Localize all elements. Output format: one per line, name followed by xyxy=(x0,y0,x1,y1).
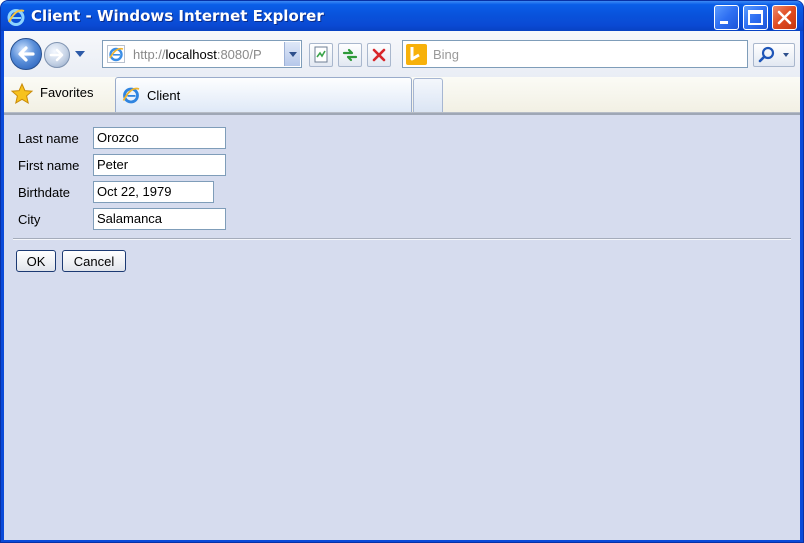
search-icon xyxy=(758,46,789,63)
address-url: http://localhost:8080/P xyxy=(133,47,262,62)
page-ie-icon xyxy=(107,45,125,63)
refresh-button[interactable] xyxy=(338,43,362,67)
birthdate-label: Birthdate xyxy=(18,185,71,200)
favorites-button[interactable]: Favorites xyxy=(40,85,93,100)
first-name-label: First name xyxy=(18,158,80,173)
search-placeholder: Bing xyxy=(433,47,460,62)
refresh-icon xyxy=(342,48,358,62)
window-title: Client - Windows Internet Explorer xyxy=(31,7,324,25)
minimize-icon xyxy=(720,21,728,24)
compatibility-view-button[interactable] xyxy=(309,43,333,67)
stop-button[interactable] xyxy=(367,43,391,67)
minimize-button[interactable] xyxy=(714,5,739,30)
stop-icon xyxy=(372,48,386,62)
bing-logo-icon xyxy=(406,44,427,65)
ok-button[interactable]: OK xyxy=(16,250,56,272)
internet-explorer-icon xyxy=(7,9,25,26)
birthdate-field[interactable]: Oct 22, 1979 xyxy=(93,181,214,203)
close-icon xyxy=(777,10,792,25)
first-name-field[interactable]: Peter xyxy=(93,154,226,176)
search-input[interactable]: Bing xyxy=(402,40,748,68)
favorites-bar: Favorites Client xyxy=(4,77,800,113)
page-content: Last name Orozco First name Peter Birthd… xyxy=(4,113,800,540)
back-arrow-icon xyxy=(18,46,35,62)
last-name-field[interactable]: Orozco xyxy=(93,127,226,149)
new-tab-button[interactable] xyxy=(413,78,443,112)
city-label: City xyxy=(18,212,41,227)
form-divider xyxy=(13,238,791,240)
forward-button[interactable] xyxy=(44,42,70,68)
city-field[interactable]: Salamanca xyxy=(93,208,226,230)
cancel-button[interactable]: Cancel xyxy=(62,250,126,272)
back-button[interactable] xyxy=(10,38,42,70)
tab-client[interactable]: Client xyxy=(115,77,412,112)
title-bar[interactable]: Client - Windows Internet Explorer xyxy=(1,1,803,31)
history-dropdown-icon[interactable] xyxy=(75,50,85,58)
search-button[interactable] xyxy=(753,43,795,67)
tab-client-label: Client xyxy=(147,88,181,103)
navigation-bar: http://localhost:8080/P Bing xyxy=(4,31,800,77)
address-dropdown-button[interactable] xyxy=(284,42,300,66)
forward-arrow-icon xyxy=(49,48,64,62)
browser-window: Client - Windows Internet Explorer http:… xyxy=(0,0,804,543)
compatibility-view-icon xyxy=(314,46,328,63)
maximize-icon xyxy=(748,10,763,25)
last-name-label: Last name xyxy=(18,131,79,146)
maximize-button[interactable] xyxy=(743,5,768,30)
chevron-down-icon xyxy=(289,52,297,57)
address-bar[interactable]: http://localhost:8080/P xyxy=(102,40,302,68)
favorites-star-icon[interactable] xyxy=(10,82,34,106)
close-button[interactable] xyxy=(772,5,797,30)
tab-ie-icon xyxy=(122,87,140,104)
